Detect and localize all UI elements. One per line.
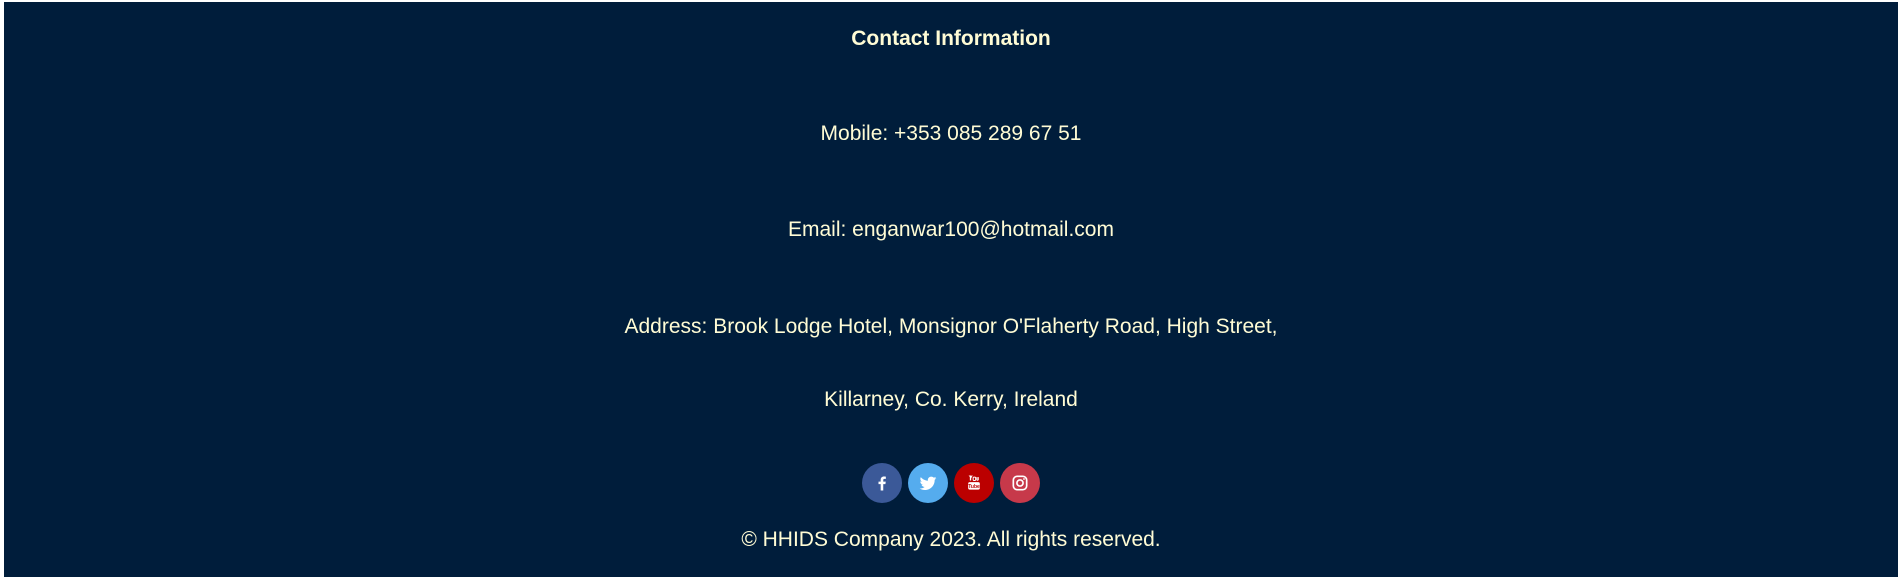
social-links: Tube <box>4 463 1898 503</box>
facebook-button[interactable] <box>862 463 902 503</box>
contact-heading: Contact Information <box>851 27 1051 50</box>
contact-email: Email: enganwar100@hotmail.com <box>788 218 1114 241</box>
contact-address-line2: Killarney, Co. Kerry, Ireland <box>824 388 1078 411</box>
twitter-icon <box>919 476 937 490</box>
facebook-icon <box>878 476 886 491</box>
site-footer: Contact Information Mobile: +353 085 289… <box>4 2 1898 577</box>
contact-mobile: Mobile: +353 085 289 67 51 <box>820 122 1082 145</box>
youtube-button[interactable]: Tube <box>954 463 994 503</box>
copyright-text: © HHIDS Company 2023. All rights reserve… <box>741 528 1161 551</box>
twitter-button[interactable] <box>908 463 948 503</box>
contact-address-line1: Address: Brook Lodge Hotel, Monsignor O'… <box>624 315 1278 338</box>
instagram-button[interactable] <box>1000 463 1040 503</box>
youtube-icon: Tube <box>968 475 980 490</box>
svg-text:Tube: Tube <box>968 484 980 490</box>
instagram-icon <box>1012 475 1028 491</box>
